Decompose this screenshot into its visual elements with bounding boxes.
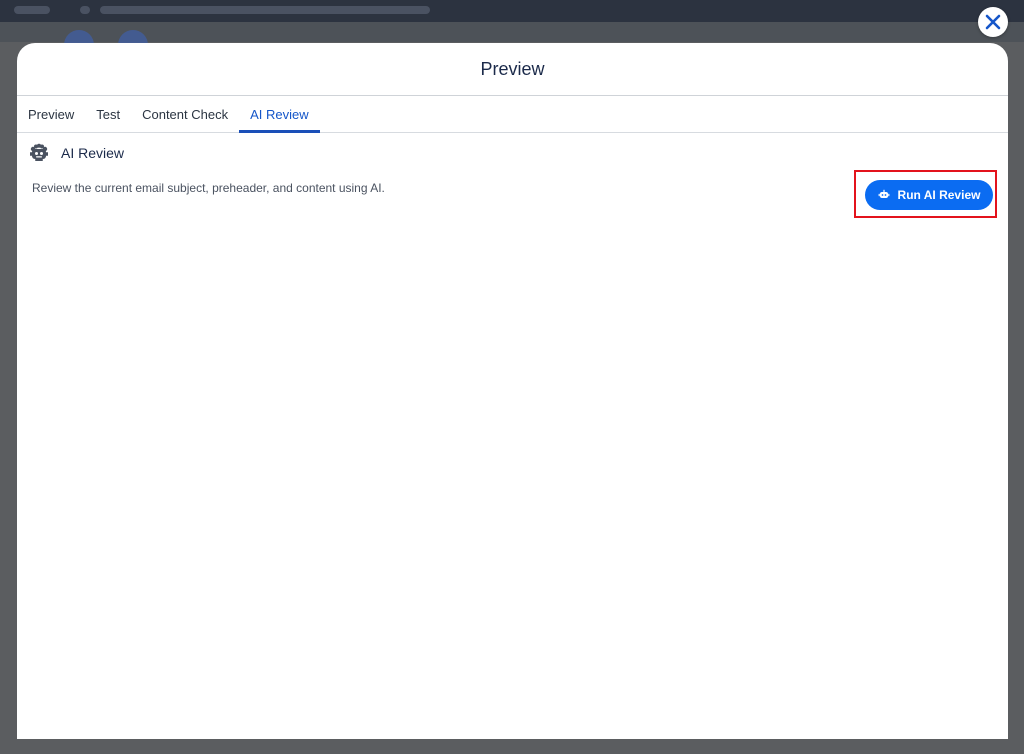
tab-preview[interactable]: Preview — [17, 96, 85, 132]
run-ai-review-label: Run AI Review — [897, 188, 981, 202]
tab-label: AI Review — [250, 106, 309, 122]
background-app-strip — [0, 22, 1024, 42]
ai-review-heading: AI Review — [17, 133, 1008, 163]
robot-icon — [878, 189, 889, 198]
ai-review-row: Review the current email subject, prehea… — [17, 163, 1008, 223]
tab-bar: Preview Test Content Check AI Review — [17, 96, 1008, 133]
background-app-topbar — [0, 0, 1024, 22]
preview-modal: Preview Preview Test Content Check AI Re… — [17, 43, 1008, 739]
modal-title: Preview — [480, 58, 545, 79]
modal-header: Preview — [17, 43, 1008, 96]
ai-review-description: Review the current email subject, prehea… — [32, 181, 385, 195]
tab-label: Preview — [28, 106, 75, 122]
tab-label: Test — [96, 106, 121, 122]
close-icon — [985, 14, 1001, 30]
tab-content-check[interactable]: Content Check — [131, 96, 239, 132]
section-title: AI Review — [61, 145, 125, 161]
tab-ai-review[interactable]: AI Review — [239, 96, 320, 133]
run-ai-review-button[interactable]: Run AI Review — [865, 180, 993, 210]
tab-label: Content Check — [142, 106, 229, 122]
robot-icon — [30, 143, 48, 161]
close-button[interactable] — [978, 7, 1008, 37]
tab-test[interactable]: Test — [85, 96, 131, 132]
